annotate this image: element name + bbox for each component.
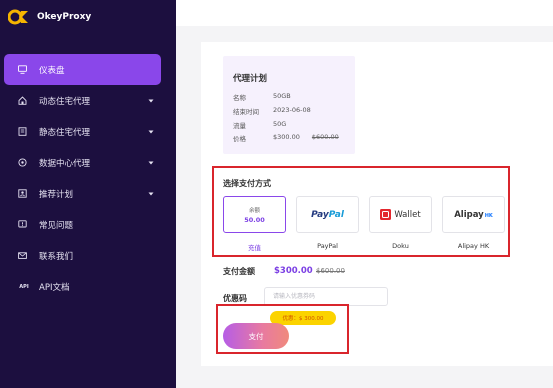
okeyproxy-logo-icon bbox=[8, 8, 30, 26]
balance-title: 余额 bbox=[248, 207, 260, 214]
sidebar-item-label: 联系我们 bbox=[39, 251, 74, 262]
sidebar-item-label: 推荐计划 bbox=[39, 189, 74, 200]
doku-logo-text: Wallet bbox=[394, 209, 421, 220]
brand[interactable]: OkeyProxy bbox=[8, 8, 91, 26]
sidebar-item-dynamic-residential[interactable]: 动态住宅代理 bbox=[0, 85, 176, 116]
sidebar-item-datacenter[interactable]: 数据中心代理 bbox=[0, 147, 176, 178]
plan-row-name: 名称 50GB bbox=[233, 92, 291, 102]
chevron-down-icon bbox=[148, 190, 154, 196]
plan-key: 名称 bbox=[233, 94, 246, 102]
home-icon bbox=[18, 96, 27, 105]
api-icon: API bbox=[19, 283, 29, 290]
payment-method-label-doku: Doku bbox=[392, 242, 409, 250]
brand-name: OkeyProxy bbox=[37, 12, 92, 22]
top-bar bbox=[176, 0, 553, 26]
sidebar-item-label: 仪表盘 bbox=[39, 65, 65, 76]
payment-method-label-alipay-hk: Alipay HK bbox=[457, 242, 490, 250]
alipay-hk-logo-icon: AlipayHK bbox=[454, 210, 493, 220]
payment-method-label-recharge[interactable]: 充值 bbox=[223, 242, 286, 252]
paypal-logo-part2: Pal bbox=[328, 209, 344, 220]
plan-price: $300.00 bbox=[273, 133, 300, 141]
payment-method-balance[interactable]: 余额 50.00 bbox=[223, 196, 286, 233]
mail-icon bbox=[18, 251, 27, 260]
payment-method-paypal[interactable]: PayPal bbox=[296, 196, 359, 233]
chevron-down-icon bbox=[148, 97, 154, 103]
sidebar: OkeyProxy 仪表盘 动态住宅代理 静态住宅代理 数据中心代理 推荐计划 … bbox=[0, 0, 176, 388]
sidebar-item-label: 数据中心代理 bbox=[39, 158, 91, 169]
chevron-down-icon bbox=[148, 128, 154, 134]
payment-method-title: 选择支付方式 bbox=[223, 179, 271, 188]
doku-logo-icon: Wallet bbox=[380, 209, 421, 220]
chevron-down-icon bbox=[148, 159, 154, 165]
faq-icon bbox=[18, 220, 27, 229]
building-icon bbox=[18, 127, 27, 136]
monitor-icon bbox=[18, 65, 27, 74]
sidebar-item-label: 静态住宅代理 bbox=[39, 127, 91, 138]
sidebar-item-label: 常见问题 bbox=[39, 220, 74, 231]
sidebar-item-contact[interactable]: 联系我们 bbox=[0, 240, 176, 271]
alipay-logo-text: Alipay bbox=[454, 209, 484, 220]
plan-row-traffic: 流量 50G bbox=[233, 120, 286, 130]
sidebar-nav: 仪表盘 动态住宅代理 静态住宅代理 数据中心代理 推荐计划 常见问题 联系我们 … bbox=[0, 54, 176, 302]
plan-key: 流量 bbox=[233, 122, 246, 130]
plan-original-price: $600.00 bbox=[311, 133, 339, 141]
pay-button[interactable]: 支付 bbox=[223, 323, 289, 349]
plan-title: 代理计划 bbox=[233, 74, 268, 84]
sidebar-item-api-docs[interactable]: API API文档 bbox=[0, 271, 176, 302]
payment-method-alipay-hk[interactable]: AlipayHK bbox=[442, 196, 505, 233]
payment-amount-original: $600.00 bbox=[316, 267, 345, 275]
payment-method-doku[interactable]: Wallet bbox=[369, 196, 432, 233]
paypal-logo-icon: PayPal bbox=[311, 210, 344, 220]
alipay-logo-suffix: HK bbox=[484, 212, 493, 219]
plan-key: 结束时间 bbox=[233, 108, 259, 116]
sidebar-item-static-residential[interactable]: 静态住宅代理 bbox=[0, 116, 176, 147]
sidebar-item-dashboard[interactable]: 仪表盘 bbox=[4, 54, 161, 85]
database-icon bbox=[18, 158, 27, 167]
plan-row-end-time: 结束时间 2023-06-08 bbox=[233, 106, 311, 116]
balance-amount: 50.00 bbox=[244, 215, 265, 224]
plan-value: 2023-06-08 bbox=[273, 106, 311, 114]
sidebar-item-label: 动态住宅代理 bbox=[39, 96, 91, 107]
plan-row-price: 价格 $300.00 $600.00 bbox=[233, 133, 339, 143]
referral-icon bbox=[18, 189, 27, 198]
plan-value: 50GB bbox=[273, 92, 291, 100]
payment-amount-value: $300.00 bbox=[274, 266, 313, 276]
sidebar-item-label: API文档 bbox=[39, 282, 70, 293]
coupon-label: 优惠码 bbox=[223, 294, 247, 303]
payment-method-label-paypal: PayPal bbox=[317, 242, 338, 250]
plan-key: 价格 bbox=[233, 135, 246, 143]
sidebar-item-faq[interactable]: 常见问题 bbox=[0, 209, 176, 240]
plan-summary: 代理计划 名称 50GB 结束时间 2023-06-08 流量 50G 价格 $… bbox=[223, 56, 355, 154]
payment-amount-label: 支付金额 bbox=[223, 267, 255, 276]
balance-card-content: 余额 50.00 bbox=[244, 206, 265, 224]
paypal-logo-part1: Pay bbox=[311, 209, 329, 220]
plan-value: 50G bbox=[273, 120, 287, 128]
sidebar-item-referral[interactable]: 推荐计划 bbox=[0, 178, 176, 209]
